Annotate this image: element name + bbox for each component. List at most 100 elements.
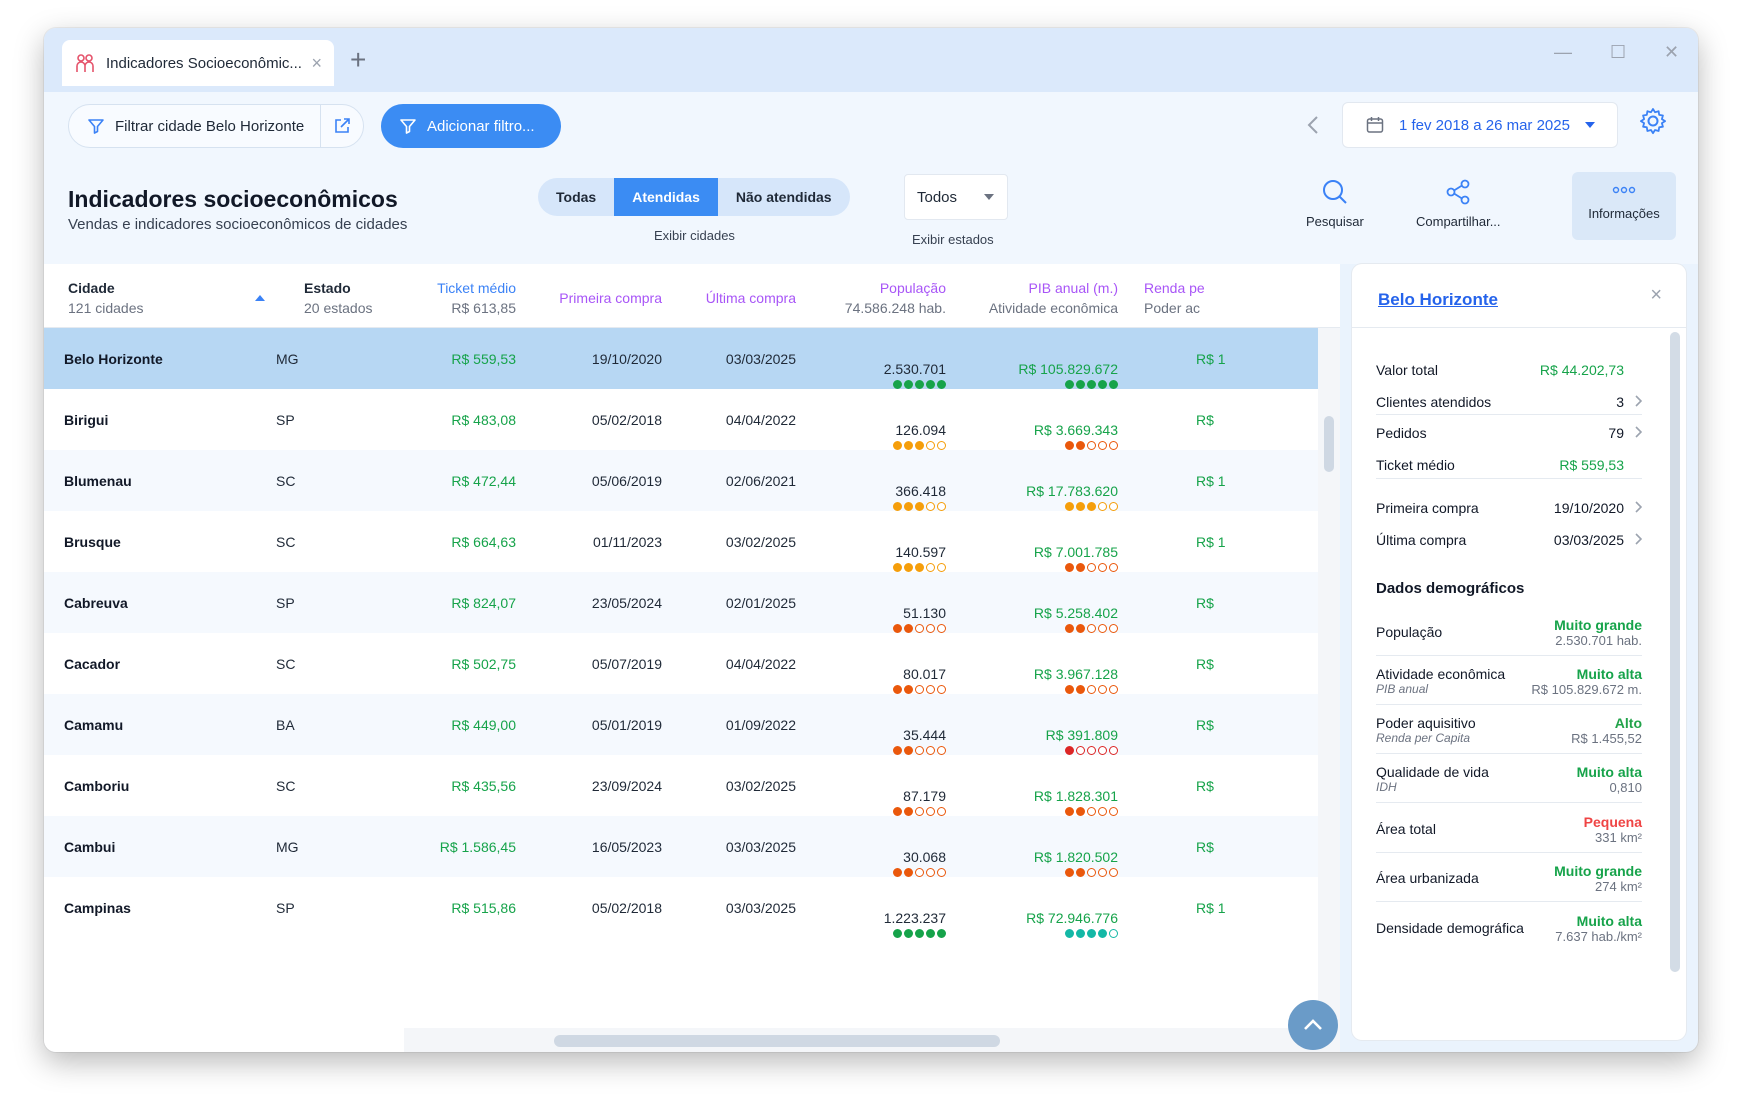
cell-first-purchase: 05/01/2019 [534,694,662,755]
filter-icon [400,119,416,134]
more-dots-icon [1612,186,1636,194]
col-population-header[interactable]: População 74.586.248 hab. [814,278,946,318]
chevron-right-icon[interactable] [1634,532,1643,548]
cell-income: R$ 1 [1196,511,1318,572]
tab-close-icon[interactable]: × [311,53,322,74]
col-first-purchase-header[interactable]: Primeira compra [534,288,662,308]
rating-dot [915,380,924,389]
rating-dot [904,929,913,938]
window-close-icon[interactable]: ✕ [1664,42,1679,63]
col-last-purchase-header[interactable]: Última compra [674,288,796,308]
cell-city-text: Cacador [64,655,121,672]
settings-button[interactable] [1638,106,1668,141]
table-row[interactable]: Blumenau SC R$ 472,44 05/06/2019 02/06/2021 3… [44,450,1318,511]
cell-income-text: R$ 1 [1196,533,1226,550]
segment-served[interactable]: Atendidas [614,178,718,216]
title-bar: Indicadores Socioeconômic... × + — ☐ ✕ [44,28,1698,92]
panel-city-link[interactable]: Belo Horizonte [1378,290,1498,310]
col-city-header[interactable]: Cidade 121 cidades [68,278,144,318]
table-row[interactable]: Cabreuva SP R$ 824,07 23/05/2024 02/01/2025 5… [44,572,1318,633]
table-row[interactable]: Cacador SC R$ 502,75 05/07/2019 04/04/2022 80… [44,633,1318,694]
panel-summary-value-text: R$ 44.202,73 [1539,362,1624,378]
rating-dot [904,380,913,389]
maximize-icon[interactable]: ☐ [1610,42,1626,63]
cell-last-purchase: 02/01/2025 [674,572,796,633]
panel-divider [1376,901,1642,902]
vertical-scrollbar[interactable] [1318,328,1340,1052]
open-external-button[interactable] [321,117,363,135]
cell-city: Belo Horizonte [64,328,284,389]
cell-state-text: SC [276,472,296,489]
rating-dot [904,685,913,694]
table-row[interactable]: Camamu BA R$ 449,00 05/01/2019 01/09/2022 35.… [44,694,1318,755]
cell-population: 87.179 [814,755,946,816]
info-button[interactable]: Informações [1572,172,1676,240]
table-row[interactable]: Birigui SP R$ 483,08 05/02/2018 04/04/2022 12… [44,389,1318,450]
panel-divider [1376,414,1642,415]
col-income-header[interactable]: Renda pe Poder ac [1144,278,1224,318]
rating-dot [893,746,902,755]
panel-summary-row[interactable]: Primeira compra 19/10/2020 [1376,500,1643,516]
col-state-header[interactable]: Estado 20 estados [304,278,373,318]
panel-summary-row[interactable]: Última compra 03/03/2025 [1376,532,1643,548]
rating-dot [915,441,924,450]
horizontal-scroll-thumb[interactable] [554,1035,1000,1047]
rating-dot [1065,929,1074,938]
vertical-scroll-thumb[interactable] [1324,416,1334,472]
cell-city-text: Campinas [64,899,131,916]
scroll-to-top-button[interactable] [1288,1000,1338,1050]
panel-summary-row[interactable]: Pedidos 79 [1376,425,1643,441]
states-dropdown[interactable]: Todos [904,174,1008,220]
add-filter-button[interactable]: Adicionar filtro... [381,104,561,148]
table-row[interactable]: Cambui MG R$ 1.586,45 16/05/2023 03/03/2025 3… [44,816,1318,877]
panel-scrollbar[interactable] [1670,332,1680,972]
table-row[interactable]: Brusque SC R$ 664,63 01/11/2023 03/02/2025 14… [44,511,1318,572]
rating-dot [893,868,902,877]
chevron-right-icon[interactable] [1634,425,1643,441]
demographic-labels: Atividade econômica PIB anual [1376,666,1505,696]
chevron-right-icon[interactable] [1634,394,1643,410]
cell-income: R$ [1196,694,1318,755]
table-row[interactable]: Camboriu SC R$ 435,56 23/09/2024 03/02/2025 8… [44,755,1318,816]
share-button[interactable]: Compartilhar... [1416,178,1501,229]
col-pib-header[interactable]: PIB anual (m.) Atividade econômica [964,278,1118,318]
cell-population: 51.130 [814,572,946,633]
browser-tab[interactable]: Indicadores Socioeconômic... × [62,40,334,86]
rating-dot [1109,929,1118,938]
panel-scroll-thumb[interactable] [1670,332,1680,972]
cell-state: SP [276,389,356,450]
app-logo-icon [76,54,94,72]
cell-ticket: R$ 824,07 [364,572,516,633]
table-row[interactable]: Campinas SP R$ 515,86 05/02/2018 03/03/2025 1… [44,877,1318,938]
cell-city: Cambui [64,816,284,877]
panel-close-icon[interactable]: × [1650,284,1662,307]
city-filter-chip[interactable]: Filtrar cidade Belo Horizonte [68,104,364,148]
demographic-rating: Alto [1614,714,1642,731]
cell-city-text: Belo Horizonte [64,350,163,367]
panel-summary-label: Valor total [1376,362,1438,378]
rating-dot [926,624,935,633]
rating-dot [1065,746,1074,755]
demographic-labels: Qualidade de vida IDH [1376,764,1489,794]
table-row[interactable]: Belo Horizonte MG R$ 559,53 19/10/2020 03/03… [44,328,1318,389]
cell-last-purchase-text: 02/01/2025 [725,594,796,611]
rating-dot [904,502,913,511]
new-tab-icon[interactable]: + [350,44,366,76]
horizontal-scrollbar[interactable] [404,1028,1318,1052]
segment-not-served[interactable]: Não atendidas [718,178,850,216]
date-range-picker[interactable]: 1 fev 2018 a 26 mar 2025 [1342,102,1618,148]
sort-ascending-icon[interactable] [254,294,266,302]
chevron-right-icon[interactable] [1634,500,1643,516]
panel-summary-value-text: 19/10/2020 [1553,500,1624,516]
col-ticket-header[interactable]: Ticket médio R$ 613,85 [404,278,516,318]
demographic-rating: Muito alta [1576,912,1642,929]
cell-state: SC [276,755,356,816]
cell-first-purchase-text: 05/01/2019 [591,716,662,733]
segment-all[interactable]: Todas [538,178,614,216]
chevron-left-icon [1307,116,1318,134]
panel-summary-row[interactable]: Clientes atendidos 3 [1376,394,1643,410]
previous-period-button[interactable] [1306,114,1320,142]
minimize-icon[interactable]: — [1554,42,1572,63]
search-button[interactable]: Pesquisar [1306,178,1364,229]
cell-state: SC [276,511,356,572]
